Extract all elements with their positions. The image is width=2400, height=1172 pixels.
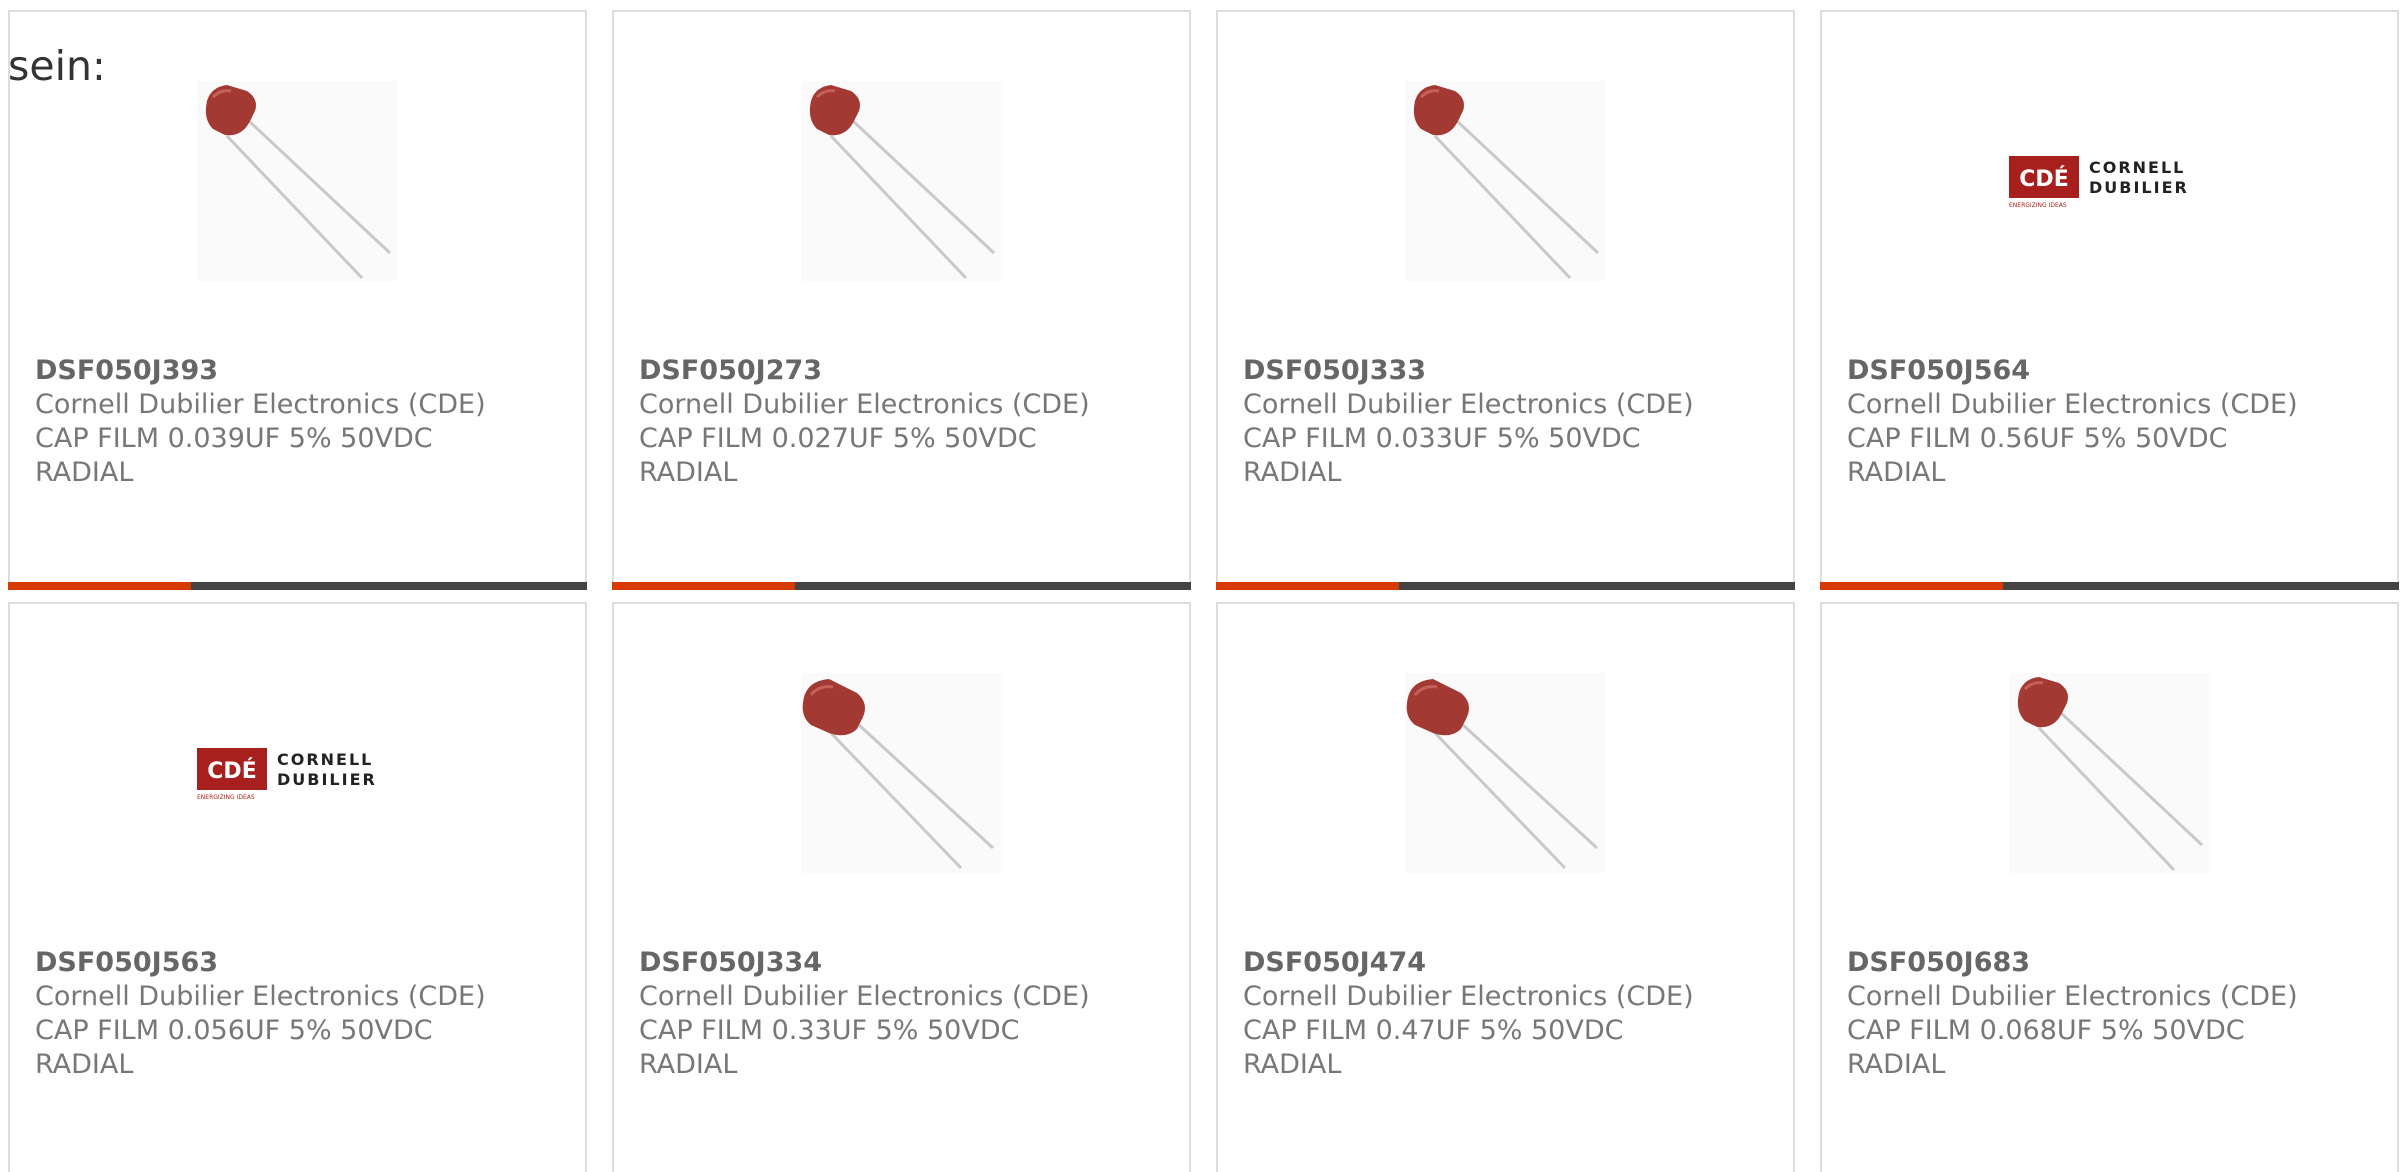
product-info: DSF050J334 Cornell Dubilier Electronics … [639,946,1169,1082]
cde-logo-icon: CDÉ CORNELL DUBILIER ENERGIZING IDEAS [197,748,377,801]
description: CAP FILM 0.068UF 5% 50VDC [1847,1015,2245,1046]
logo-line1: CORNELL [277,750,373,769]
package: RADIAL [35,1049,134,1080]
product-info: DSF050J333 Cornell Dubilier Electronics … [1243,354,1773,490]
manufacturer: Cornell Dubilier Electronics (CDE) [1243,389,1694,420]
product-grid: DSF050J393 Cornell Dubilier Electronics … [8,10,2399,1172]
cde-logo-icon: CDÉ CORNELL DUBILIER ENERGIZING IDEAS [2009,156,2189,209]
product-card[interactable]: DSF050J273 Cornell Dubilier Electronics … [612,10,1191,590]
cde-logo-image: CDÉ CORNELL DUBILIER ENERGIZING IDEAS [2009,81,2209,281]
logo-mark: CDÉ [2019,166,2068,192]
manufacturer: Cornell Dubilier Electronics (CDE) [1243,981,1694,1012]
intro-text: sein: [8,42,106,90]
description: CAP FILM 0.033UF 5% 50VDC [1243,423,1641,454]
product-info: DSF050J393 Cornell Dubilier Electronics … [35,354,565,490]
product-card[interactable]: DSF050J393 Cornell Dubilier Electronics … [8,10,587,590]
card-bottom-bar [1820,582,2399,590]
package: RADIAL [1243,457,1342,488]
package: RADIAL [1243,1049,1342,1080]
part-number[interactable]: DSF050J334 [639,946,1169,980]
manufacturer: Cornell Dubilier Electronics (CDE) [1847,389,2298,420]
card-bottom-bar [612,582,1191,590]
accent-bar [612,582,795,590]
accent-bar [1820,582,2003,590]
part-number[interactable]: DSF050J393 [35,354,565,388]
capacitor-icon [1405,673,1605,873]
card-bottom-bar [1216,582,1795,590]
capacitor-image [2009,673,2209,873]
logo-line1: CORNELL [2089,158,2185,177]
product-card[interactable]: CDÉ CORNELL DUBILIER ENERGIZING IDEAS DS… [8,602,587,1172]
part-number[interactable]: DSF050J563 [35,946,565,980]
capacitor-image [1405,673,1605,873]
capacitor-image [1405,81,1605,281]
product-card[interactable]: CDÉ CORNELL DUBILIER ENERGIZING IDEAS DS… [1820,10,2399,590]
product-card[interactable]: DSF050J333 Cornell Dubilier Electronics … [1216,10,1795,590]
logo-mark: CDÉ [207,758,256,784]
description: CAP FILM 0.039UF 5% 50VDC [35,423,433,454]
logo-tagline: ENERGIZING IDEAS [2009,202,2067,209]
manufacturer: Cornell Dubilier Electronics (CDE) [639,981,1090,1012]
part-number[interactable]: DSF050J474 [1243,946,1773,980]
part-number[interactable]: DSF050J564 [1847,354,2377,388]
logo-tagline: ENERGIZING IDEAS [197,794,255,801]
manufacturer: Cornell Dubilier Electronics (CDE) [639,389,1090,420]
package: RADIAL [35,457,134,488]
manufacturer: Cornell Dubilier Electronics (CDE) [35,389,486,420]
capacitor-image [801,673,1001,873]
package: RADIAL [1847,1049,1946,1080]
product-info: DSF050J273 Cornell Dubilier Electronics … [639,354,1169,490]
product-info: DSF050J563 Cornell Dubilier Electronics … [35,946,565,1082]
part-number[interactable]: DSF050J333 [1243,354,1773,388]
capacitor-icon [801,673,1001,873]
product-info: DSF050J474 Cornell Dubilier Electronics … [1243,946,1773,1082]
logo-line2: DUBILIER [2089,178,2189,197]
product-card[interactable]: DSF050J683 Cornell Dubilier Electronics … [1820,602,2399,1172]
manufacturer: Cornell Dubilier Electronics (CDE) [1847,981,2298,1012]
cde-logo-image: CDÉ CORNELL DUBILIER ENERGIZING IDEAS [197,673,397,873]
capacitor-icon [2009,673,2209,873]
manufacturer: Cornell Dubilier Electronics (CDE) [35,981,486,1012]
accent-bar [8,582,191,590]
capacitor-icon [1405,81,1605,281]
capacitor-icon [197,81,397,281]
package: RADIAL [639,457,738,488]
capacitor-image [801,81,1001,281]
accent-bar [1216,582,1399,590]
product-card[interactable]: DSF050J334 Cornell Dubilier Electronics … [612,602,1191,1172]
product-info: DSF050J564 Cornell Dubilier Electronics … [1847,354,2377,490]
description: CAP FILM 0.056UF 5% 50VDC [35,1015,433,1046]
capacitor-icon [801,81,1001,281]
description: CAP FILM 0.56UF 5% 50VDC [1847,423,2228,454]
part-number[interactable]: DSF050J273 [639,354,1169,388]
description: CAP FILM 0.33UF 5% 50VDC [639,1015,1020,1046]
package: RADIAL [639,1049,738,1080]
description: CAP FILM 0.027UF 5% 50VDC [639,423,1037,454]
part-number[interactable]: DSF050J683 [1847,946,2377,980]
description: CAP FILM 0.47UF 5% 50VDC [1243,1015,1624,1046]
logo-line2: DUBILIER [277,770,377,789]
product-info: DSF050J683 Cornell Dubilier Electronics … [1847,946,2377,1082]
capacitor-image [197,81,397,281]
card-bottom-bar [8,582,587,590]
package: RADIAL [1847,457,1946,488]
product-card[interactable]: DSF050J474 Cornell Dubilier Electronics … [1216,602,1795,1172]
